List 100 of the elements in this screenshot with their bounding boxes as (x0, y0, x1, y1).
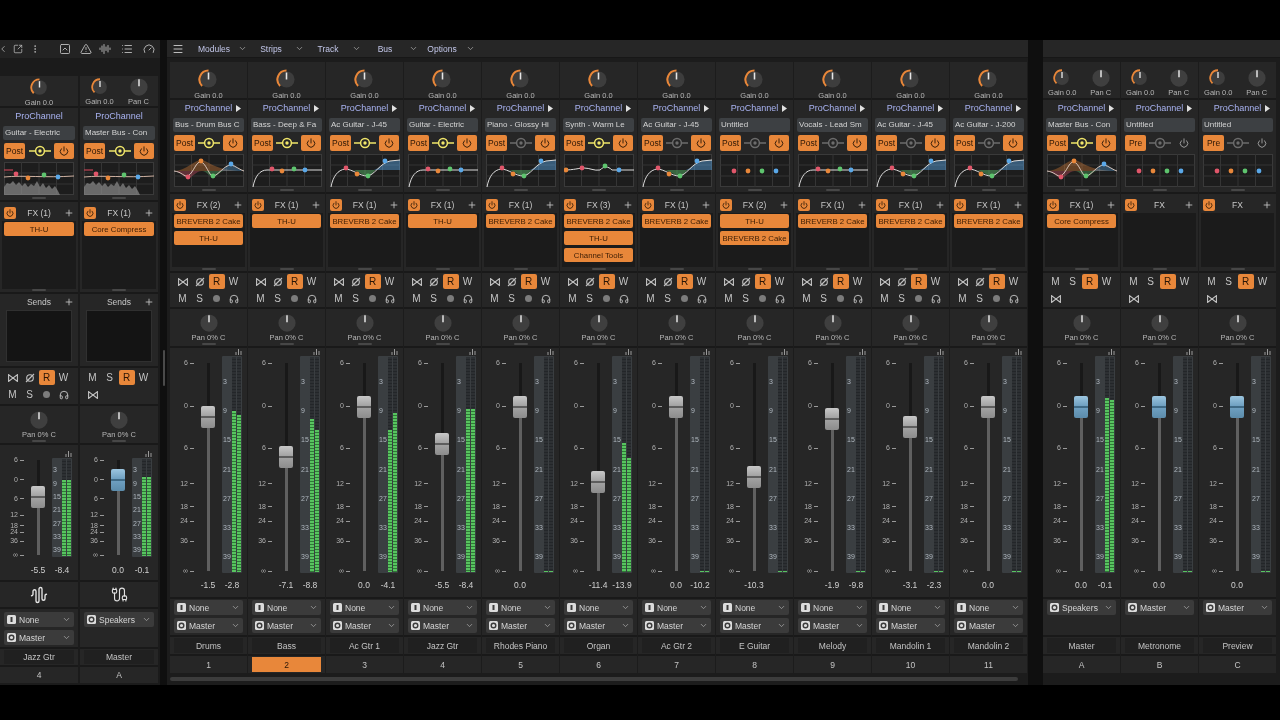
power-button[interactable] (691, 135, 711, 151)
toggle-button[interactable]: R (520, 274, 537, 289)
input-select[interactable]: None (954, 600, 1023, 615)
add-icon[interactable] (623, 200, 633, 210)
add-icon[interactable] (233, 200, 243, 210)
routing-mode-button[interactable]: Pre (1125, 135, 1146, 151)
toggle-button[interactable]: R (832, 274, 849, 289)
fx-power-button[interactable] (1047, 199, 1059, 211)
pan-knob[interactable] (129, 78, 148, 96)
preset-field[interactable]: Master Bus - Con (83, 126, 155, 140)
routing-mode-button[interactable]: Pre (1203, 135, 1224, 151)
peak-bars-icon[interactable] (1186, 349, 1193, 355)
strip-name-field[interactable]: Mandolin 2 (954, 638, 1023, 653)
power-button[interactable] (1003, 135, 1023, 151)
fx-power-button[interactable] (4, 207, 16, 219)
pan-knob[interactable] (1169, 69, 1188, 87)
pan-knob[interactable] (1091, 69, 1110, 87)
pan-knob[interactable] (511, 314, 530, 332)
fx-power-button[interactable] (1203, 199, 1215, 211)
toggle-button[interactable]: S (503, 291, 520, 306)
menu-button[interactable]: Track (304, 40, 361, 57)
input-select[interactable]: None (330, 600, 399, 615)
fx-power-button[interactable] (84, 207, 96, 219)
peak-bars-icon[interactable] (859, 349, 866, 355)
power-button[interactable] (535, 135, 555, 151)
add-icon[interactable] (467, 200, 477, 210)
gauge-icon[interactable] (143, 43, 155, 55)
toggle-button[interactable]: M (720, 291, 737, 306)
expand-triangle-icon[interactable] (704, 105, 709, 112)
toggle-button[interactable]: W (693, 274, 710, 289)
toggle-button[interactable]: R (38, 370, 55, 385)
output-select[interactable]: Speakers (84, 612, 154, 627)
toggle-button[interactable]: S (21, 387, 38, 402)
routing-mode-button[interactable]: Post (174, 135, 195, 151)
preset-field[interactable]: Ac Guitar - J-200 (953, 118, 1024, 132)
output-select[interactable]: Master (642, 618, 711, 633)
fx-power-button[interactable] (408, 199, 420, 211)
output-select[interactable]: Master (486, 618, 555, 633)
toggle-button[interactable]: M (1047, 274, 1064, 289)
fader-handle[interactable] (513, 395, 527, 418)
routing-mode-button[interactable]: Post (798, 135, 819, 151)
routing-mode-button[interactable]: Post (84, 143, 105, 159)
output-select[interactable]: Master (720, 618, 789, 633)
fx-power-button[interactable] (564, 199, 576, 211)
expand-triangle-icon[interactable] (392, 105, 397, 112)
strip-name-field[interactable]: Organ (564, 638, 633, 653)
power-button[interactable] (379, 135, 399, 151)
circle-link-icon[interactable] (108, 145, 131, 157)
toggle-button[interactable]: S (893, 291, 910, 306)
pan-knob[interactable] (1072, 314, 1091, 332)
power-button[interactable] (223, 135, 243, 151)
expand-triangle-icon[interactable] (1187, 105, 1192, 112)
circle-link-icon[interactable] (354, 137, 376, 149)
chevron-box-icon[interactable] (59, 43, 71, 55)
toggle-button[interactable]: S (1064, 274, 1081, 289)
expand-triangle-icon[interactable] (938, 105, 943, 112)
peak-bars-icon[interactable] (1015, 349, 1022, 355)
power-button[interactable] (769, 135, 789, 151)
peak-bars-icon[interactable] (547, 349, 554, 355)
pan-knob[interactable] (589, 314, 608, 332)
strip-name-field[interactable]: Melody (798, 638, 867, 653)
pan-knob[interactable] (1247, 69, 1266, 87)
preset-field[interactable]: Master Bus - Con (1046, 118, 1117, 132)
routing-mode-button[interactable]: Post (486, 135, 507, 151)
peak-bars-icon[interactable] (469, 349, 476, 355)
pan-knob[interactable] (901, 314, 920, 332)
fx-power-button[interactable] (642, 199, 654, 211)
circle-link-icon[interactable] (588, 137, 610, 149)
peak-value-label[interactable]: -9.8 (848, 579, 864, 591)
gain-knob[interactable] (1053, 69, 1072, 87)
fx-power-button[interactable] (876, 199, 888, 211)
strip-name-field[interactable]: Bass (252, 638, 321, 653)
toggle-button[interactable]: R (754, 274, 771, 289)
routing-mode-button[interactable]: Post (876, 135, 897, 151)
toggle-button[interactable]: M (954, 291, 971, 306)
toggle-button[interactable]: W (55, 370, 72, 385)
output-select[interactable]: Master (252, 618, 321, 633)
menu-button[interactable]: Bus (361, 40, 418, 57)
output-select[interactable]: Master (798, 618, 867, 633)
preset-field[interactable]: Ac Guitar - J-45 (641, 118, 712, 132)
circle-link-icon[interactable] (276, 137, 298, 149)
pan-knob[interactable] (1228, 314, 1247, 332)
toggle-button[interactable]: W (303, 274, 320, 289)
strip-name-field[interactable]: Preview (1203, 638, 1272, 653)
preset-field[interactable]: Untitled (719, 118, 790, 132)
fx-power-button[interactable] (954, 199, 966, 211)
add-icon[interactable] (1106, 200, 1116, 210)
pan-knob[interactable] (745, 314, 764, 332)
gain-knob[interactable] (1209, 69, 1228, 87)
chevron-left-icon[interactable] (0, 44, 8, 54)
expand-triangle-icon[interactable] (548, 105, 553, 112)
power-button[interactable] (457, 135, 477, 151)
toggle-button[interactable]: R (1237, 274, 1254, 289)
output-select[interactable]: Master (4, 630, 74, 645)
preset-field[interactable]: Ac Guitar - J-45 (875, 118, 946, 132)
input-select[interactable]: None (408, 600, 477, 615)
pan-knob[interactable] (823, 314, 842, 332)
preset-field[interactable]: Vocals - Lead Sm (797, 118, 868, 132)
routing-mode-button[interactable]: Post (564, 135, 585, 151)
circle-link-icon[interactable] (198, 137, 220, 149)
